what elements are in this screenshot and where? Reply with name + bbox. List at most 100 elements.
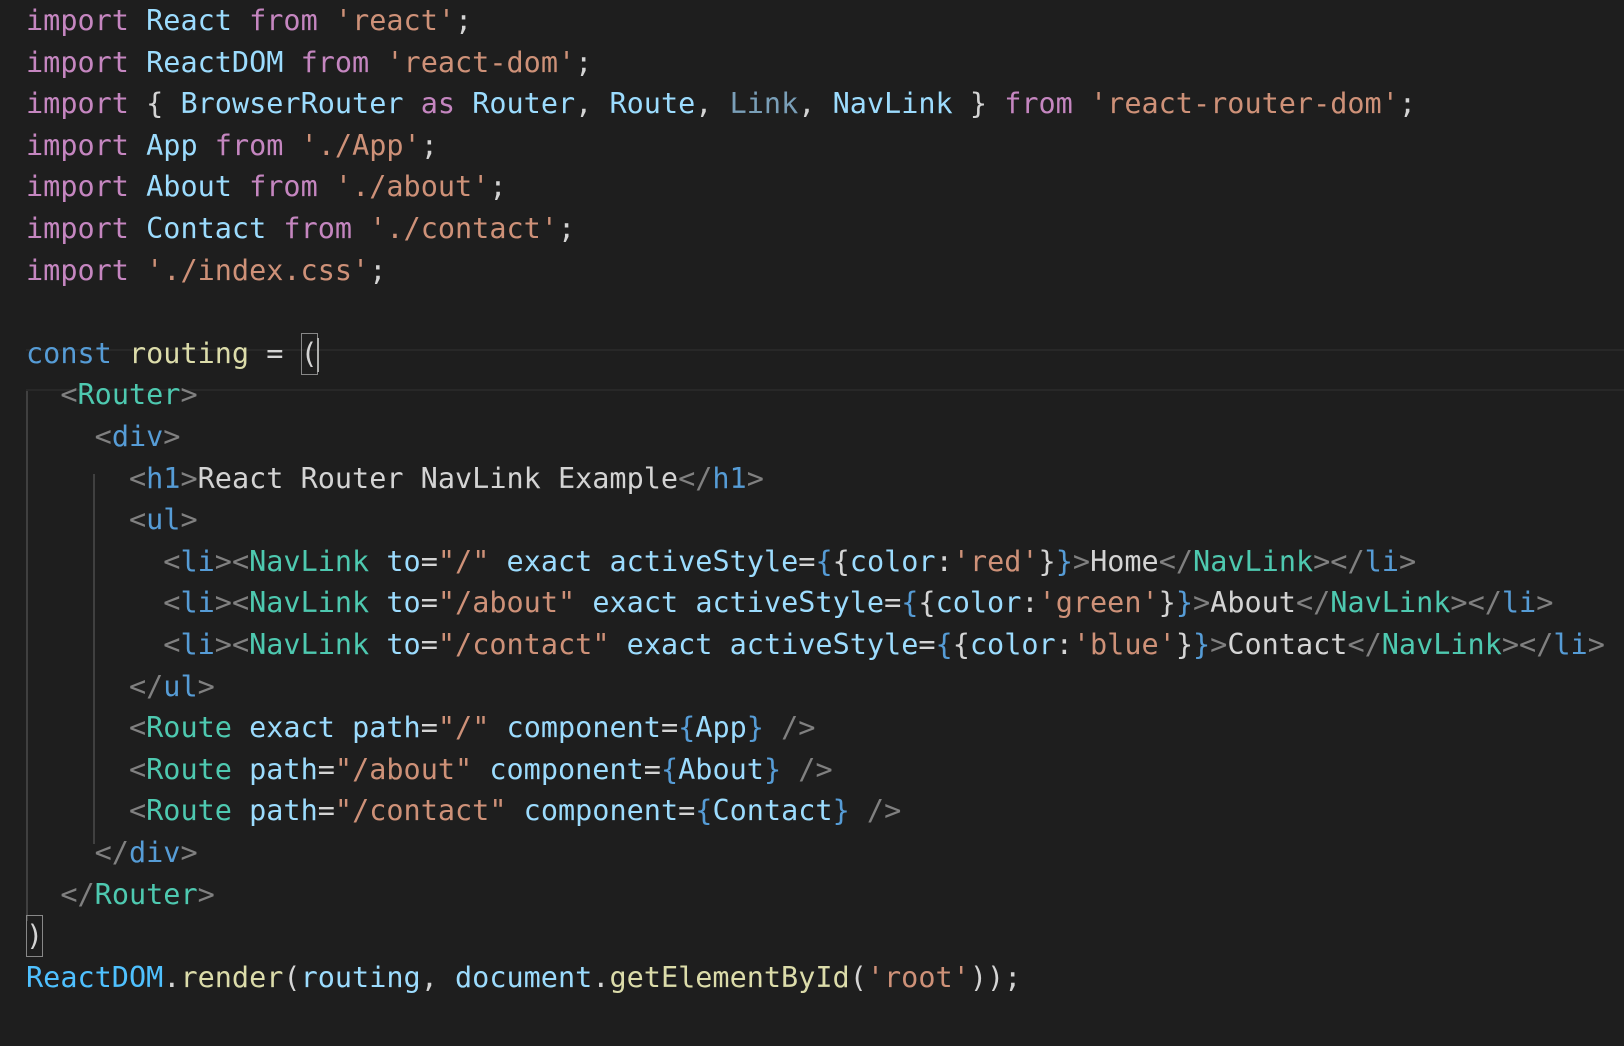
code-line[interactable]: </Router> bbox=[26, 874, 214, 916]
code-token: ; bbox=[420, 128, 438, 162]
code-token: = bbox=[420, 711, 438, 745]
code-editor[interactable]: import React from 'react'; import ReactDO… bbox=[0, 0, 1624, 1046]
code-token: li bbox=[1364, 544, 1399, 578]
code-token: </ bbox=[60, 877, 95, 911]
code-token: ; bbox=[575, 45, 593, 79]
code-token: > bbox=[1536, 586, 1554, 620]
code-token: { bbox=[695, 794, 713, 828]
code-line[interactable]: <ul> bbox=[26, 499, 198, 541]
code-token: component bbox=[489, 752, 644, 786]
code-token: 'blue' bbox=[1072, 628, 1176, 661]
code-line[interactable]: ReactDOM.render(routing, document.getEle… bbox=[26, 957, 1021, 999]
code-token: to bbox=[386, 544, 421, 578]
code-token: to bbox=[386, 586, 421, 620]
code-token: { bbox=[146, 87, 164, 121]
code-token: = bbox=[798, 544, 816, 578]
code-line[interactable]: </ul> bbox=[26, 666, 215, 708]
code-token: > bbox=[1193, 586, 1211, 620]
code-token: li bbox=[180, 628, 215, 661]
code-token: > bbox=[163, 420, 181, 453]
code-token: { bbox=[935, 628, 953, 661]
code-token: : bbox=[935, 544, 953, 578]
code-token: NavLink bbox=[249, 586, 370, 620]
code-line[interactable]: const routing = ( bbox=[26, 333, 319, 375]
code-line[interactable]: <Router> bbox=[26, 374, 197, 416]
code-token: About bbox=[146, 170, 232, 204]
code-token: "/about" bbox=[334, 752, 473, 786]
code-token: li bbox=[180, 544, 215, 578]
code-token: import bbox=[26, 170, 129, 204]
code-token: div bbox=[111, 420, 164, 453]
code-token: = bbox=[420, 628, 438, 661]
code-line[interactable]: import './index.css'; bbox=[26, 250, 386, 292]
code-token: > bbox=[180, 503, 198, 537]
code-token: Router bbox=[94, 877, 198, 911]
code-line[interactable]: import React from 'react'; bbox=[26, 0, 472, 42]
code-token: , bbox=[695, 87, 730, 121]
code-token: h1 bbox=[146, 461, 181, 495]
code-token: > bbox=[1210, 628, 1228, 661]
code-line[interactable]: <li><NavLink to="/" exact activeStyle={{… bbox=[26, 541, 1416, 583]
code-token: < bbox=[163, 586, 181, 620]
code-line[interactable]: ) bbox=[26, 915, 43, 957]
code-token: } bbox=[746, 711, 764, 745]
code-token: Contact bbox=[146, 212, 267, 245]
code-token: import bbox=[26, 45, 129, 79]
code-line[interactable]: import { BrowserRouter as Router, Route,… bbox=[26, 83, 1416, 125]
code-token: Link bbox=[729, 87, 799, 121]
code-token: component bbox=[506, 711, 661, 745]
code-token: BrowserRouter bbox=[180, 87, 404, 121]
code-token: ( bbox=[301, 333, 318, 375]
code-token: from bbox=[300, 45, 370, 79]
code-token: path bbox=[249, 752, 318, 786]
code-line[interactable]: <Route path="/contact" component={Contac… bbox=[26, 790, 901, 832]
code-token: { bbox=[918, 586, 936, 620]
code-token: , bbox=[798, 87, 833, 121]
code-token: . bbox=[163, 960, 181, 994]
code-line[interactable]: <h1>React Router NavLink Example</h1> bbox=[26, 458, 764, 500]
code-line[interactable]: <Route exact path="/" component={App} /> bbox=[26, 707, 816, 749]
code-token: ></ bbox=[1450, 586, 1502, 620]
code-token: </ bbox=[1347, 628, 1382, 661]
code-token: const bbox=[26, 336, 112, 370]
code-token: ></ bbox=[1501, 628, 1554, 661]
code-token: Router bbox=[77, 378, 181, 412]
code-token: color bbox=[849, 544, 936, 578]
code-line[interactable]: <li><NavLink to="/about" exact activeSty… bbox=[26, 582, 1553, 624]
code-token: < bbox=[163, 544, 181, 578]
code-line[interactable]: <Route path="/about" component={About} /… bbox=[26, 749, 833, 791]
code-line[interactable]: <div> bbox=[26, 416, 181, 458]
code-line[interactable]: import App from './App'; bbox=[26, 125, 438, 167]
code-line[interactable]: </div> bbox=[26, 832, 198, 874]
code-token: Route bbox=[609, 87, 696, 121]
code-line[interactable]: import ReactDOM from 'react-dom'; bbox=[26, 42, 592, 84]
code-line[interactable]: <li><NavLink to="/contact" exact activeS… bbox=[26, 624, 1605, 666]
code-token: /> bbox=[866, 794, 902, 828]
code-line[interactable]: import Contact from './contact'; bbox=[26, 208, 575, 250]
code-token: exact bbox=[626, 628, 713, 661]
code-token: li bbox=[1553, 628, 1588, 661]
code-token: = bbox=[660, 711, 679, 745]
code-line[interactable]: import About from './about'; bbox=[26, 166, 507, 208]
code-token: } bbox=[1055, 544, 1073, 578]
